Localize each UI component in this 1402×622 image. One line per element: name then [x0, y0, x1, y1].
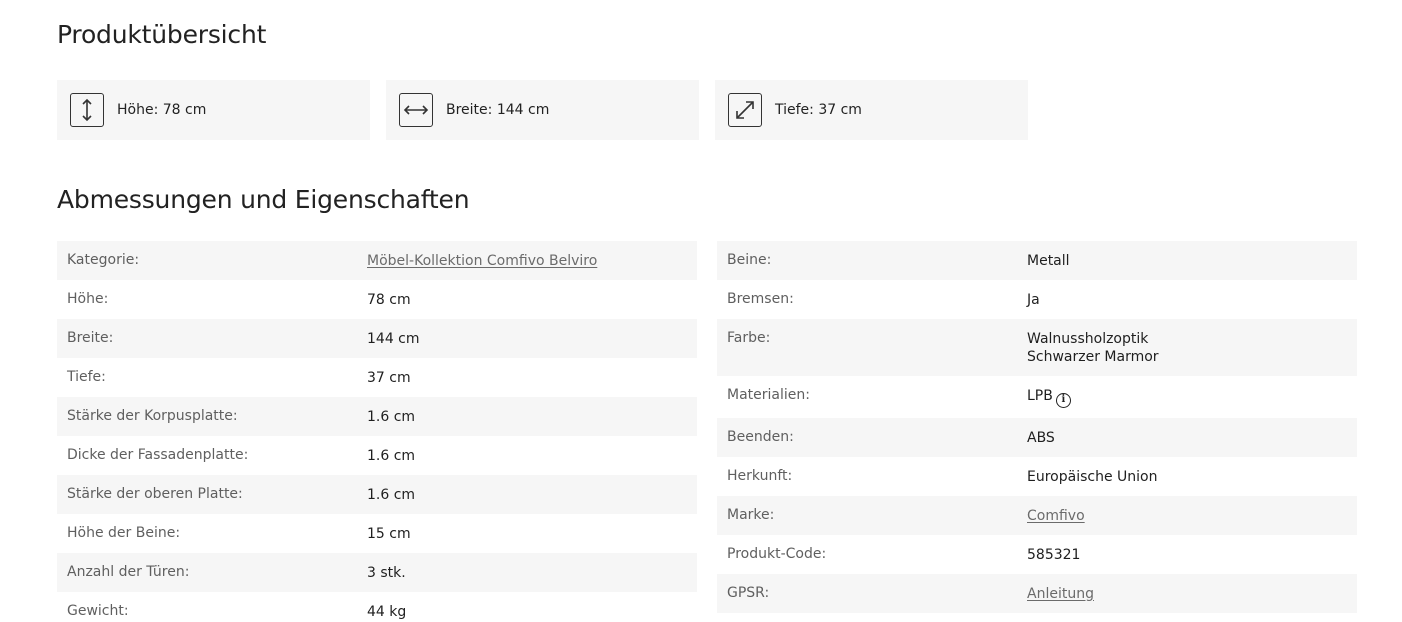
info-icon[interactable]: i — [1055, 392, 1071, 408]
specs-title: Abmessungen und Eigenschaften — [57, 185, 470, 214]
table-row: Produkt-Code: 585321 — [717, 535, 1357, 574]
table-row: Anzahl der Türen: 3 stk. — [57, 553, 697, 592]
spec-value: Walnussholzoptik Schwarzer Marmor — [1027, 319, 1159, 376]
spec-value: LPB i — [1027, 376, 1071, 418]
brand-link[interactable]: Comfivo — [1027, 508, 1085, 524]
width-card: Breite: 144 cm — [386, 80, 699, 140]
height-label: Höhe: 78 cm — [117, 102, 207, 118]
table-row: Bremsen: Ja — [717, 280, 1357, 319]
spec-key: Gewicht: — [67, 603, 129, 619]
category-link[interactable]: Möbel-Kollektion Comfivo Belviro — [367, 253, 597, 269]
spec-key: Farbe: — [727, 330, 771, 346]
spec-key: Kategorie: — [67, 252, 140, 268]
table-row: Beenden: ABS — [717, 417, 1357, 457]
spec-key: Marke: — [727, 506, 775, 523]
spec-value: 37 cm — [367, 370, 411, 386]
diagonal-arrow-icon — [728, 93, 762, 127]
specs-table-right: Beine: Metall Bremsen: Ja Farbe: Walnuss… — [717, 241, 1357, 613]
spec-value: 15 cm — [367, 526, 411, 542]
spec-key: Höhe der Beine: — [67, 525, 181, 541]
materials-value: LPB — [1027, 388, 1053, 404]
table-row: Höhe: 78 cm — [57, 280, 697, 319]
spec-key: Tiefe: — [67, 369, 106, 385]
depth-card: Tiefe: 37 cm — [715, 80, 1028, 140]
table-row: Dicke der Fassadenplatte: 1.6 cm — [57, 436, 697, 475]
spec-key: Breite: — [67, 330, 114, 346]
table-row: Kategorie: Möbel-Kollektion Comfivo Belv… — [57, 241, 697, 280]
width-label: Breite: 144 cm — [446, 102, 550, 118]
spec-key: Beine: — [727, 252, 772, 268]
table-row: Höhe der Beine: 15 cm — [57, 514, 697, 553]
spec-value: 1.6 cm — [367, 409, 416, 425]
spec-key: Bremsen: — [727, 291, 794, 307]
gpsr-link[interactable]: Anleitung — [1027, 586, 1094, 602]
spec-value: 44 kg — [367, 604, 407, 620]
color-value-2: Schwarzer Marmor — [1027, 349, 1159, 365]
spec-key: Stärke der Korpusplatte: — [67, 408, 238, 424]
table-row: Beine: Metall — [717, 241, 1357, 280]
spec-value: 1.6 cm — [367, 487, 416, 503]
spec-value: 3 stk. — [367, 565, 406, 581]
vertical-arrow-icon — [70, 93, 104, 127]
spec-key: Höhe: — [67, 291, 109, 307]
table-row: Gewicht: 44 kg — [57, 592, 697, 622]
spec-value: Europäische Union — [1027, 468, 1158, 485]
horizontal-arrow-icon — [399, 93, 433, 127]
spec-key: GPSR: — [727, 584, 770, 601]
depth-label: Tiefe: 37 cm — [775, 102, 862, 118]
table-row: Farbe: Walnussholzoptik Schwarzer Marmor — [717, 319, 1357, 376]
height-card: Höhe: 78 cm — [57, 80, 370, 140]
table-row: Breite: 144 cm — [57, 319, 697, 358]
spec-key: Anzahl der Türen: — [67, 564, 190, 580]
table-row: Stärke der Korpusplatte: 1.6 cm — [57, 397, 697, 436]
spec-key: Materialien: — [727, 387, 810, 403]
color-value-1: Walnussholzoptik — [1027, 331, 1149, 347]
spec-value: ABS — [1027, 429, 1055, 446]
spec-key: Stärke der oberen Platte: — [67, 486, 243, 502]
spec-value: 585321 — [1027, 546, 1081, 563]
spec-key: Herkunft: — [727, 467, 793, 484]
overview-title: Produktübersicht — [57, 20, 267, 49]
table-row: Stärke der oberen Platte: 1.6 cm — [57, 475, 697, 514]
table-row: Herkunft: Europäische Union — [717, 457, 1357, 496]
table-row: Marke: Comfivo — [717, 495, 1357, 535]
spec-value: 1.6 cm — [367, 448, 416, 464]
spec-key: Produkt-Code: — [727, 545, 827, 562]
spec-key: Beenden: — [727, 428, 794, 445]
spec-value: 78 cm — [367, 292, 411, 308]
table-row: GPSR: Anleitung — [717, 573, 1357, 613]
table-row: Tiefe: 37 cm — [57, 358, 697, 397]
specs-table-left: Kategorie: Möbel-Kollektion Comfivo Belv… — [57, 241, 697, 622]
spec-value: Ja — [1027, 292, 1040, 308]
spec-value: 144 cm — [367, 331, 420, 347]
spec-value: Metall — [1027, 253, 1070, 269]
table-row: Materialien: LPB i — [717, 376, 1357, 418]
spec-key: Dicke der Fassadenplatte: — [67, 447, 249, 463]
